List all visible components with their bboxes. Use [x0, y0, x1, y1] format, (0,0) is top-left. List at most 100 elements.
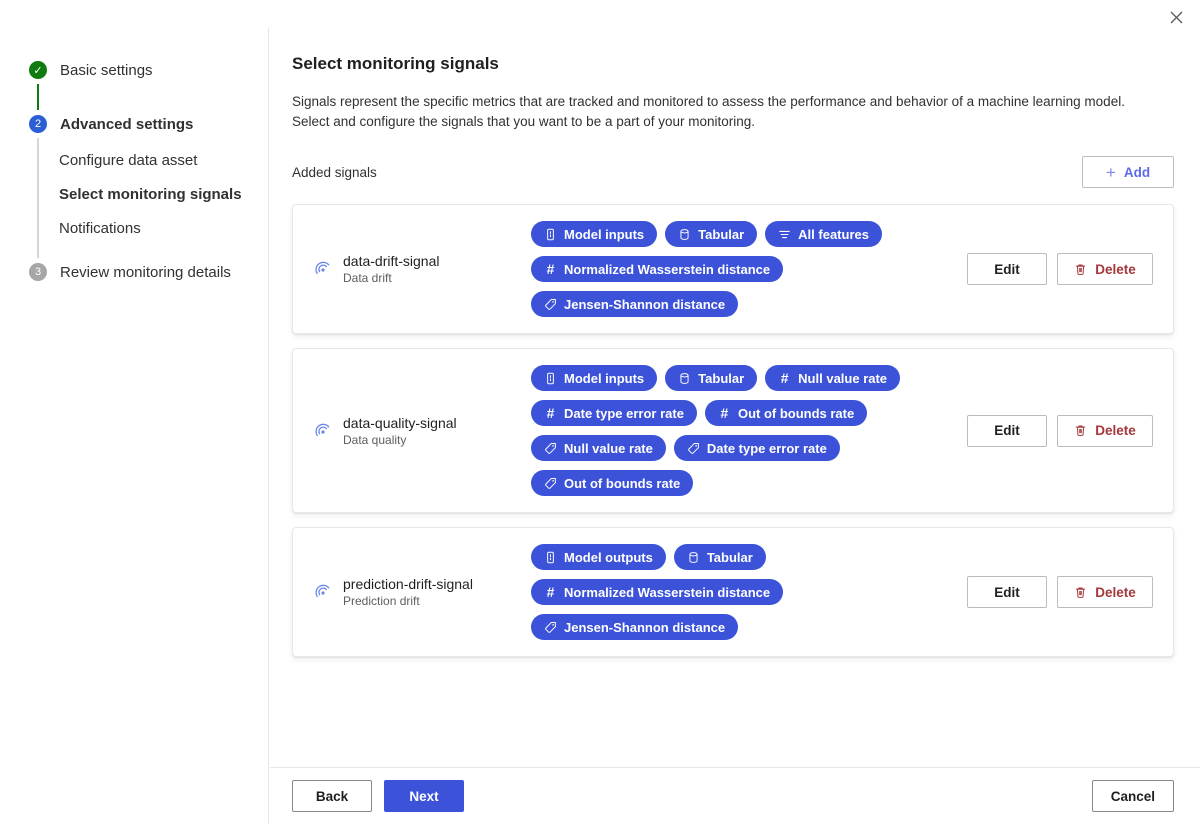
- delete-signal-button[interactable]: Delete: [1057, 576, 1153, 608]
- signal-tag-group: Model inputs Tabular All features #Normaliz…: [531, 221, 967, 317]
- model-input-icon: [544, 371, 557, 385]
- step-marker-done: ✓: [29, 61, 47, 79]
- signal-tag-label: Tabular: [698, 227, 744, 242]
- delete-signal-button[interactable]: Delete: [1057, 415, 1153, 447]
- wizard-substep-2[interactable]: Select monitoring signals: [0, 178, 268, 212]
- main-panel: Select monitoring signals Signals repres…: [270, 28, 1200, 767]
- step-label: Review monitoring details: [60, 264, 231, 281]
- model-input-icon: [544, 550, 557, 564]
- signal-card-actions: Edit Delete: [967, 576, 1153, 608]
- wizard-substep-1[interactable]: Configure data asset: [0, 144, 268, 178]
- hash-icon: #: [778, 371, 791, 385]
- signal-tag-label: Out of bounds rate: [564, 476, 680, 491]
- added-signals-label: Added signals: [292, 165, 377, 180]
- signal-tag: Jensen-Shannon distance: [531, 291, 738, 317]
- hash-icon: #: [544, 262, 557, 276]
- hash-icon: #: [544, 585, 557, 599]
- signal-tag: Tabular: [665, 221, 757, 247]
- signal-tag-label: Null value rate: [798, 371, 887, 386]
- hash-icon: #: [718, 406, 731, 420]
- delete-button-label: Delete: [1095, 585, 1136, 600]
- step-connector-green: [0, 84, 268, 110]
- signal-broadcast-icon: [313, 421, 333, 441]
- signal-tag-label: Date type error rate: [707, 441, 827, 456]
- wizard-step-2[interactable]: 2 Advanced settings: [0, 110, 268, 138]
- signal-tag: #Normalized Wasserstein distance: [531, 256, 783, 282]
- signal-card-actions: Edit Delete: [967, 253, 1153, 285]
- tag-icon: [544, 476, 557, 490]
- signal-tag: Model outputs: [531, 544, 666, 570]
- signal-tag: Out of bounds rate: [531, 470, 693, 496]
- edit-signal-button[interactable]: Edit: [967, 253, 1047, 285]
- signal-identity: prediction-drift-signalPrediction drift: [313, 576, 531, 608]
- filter-icon: [778, 227, 791, 241]
- signal-tag-label: Model inputs: [564, 371, 644, 386]
- step-connector-grey: [37, 138, 39, 258]
- page-title: Select monitoring signals: [292, 54, 1174, 74]
- wizard-steps-rail: ✓ Basic settings 2 Advanced settings Configu…: [0, 28, 269, 824]
- step-label: Basic settings: [60, 62, 153, 79]
- signal-identity: data-quality-signal Data quality: [313, 415, 531, 447]
- signal-type: Data drift: [343, 271, 440, 285]
- next-button[interactable]: Next: [384, 780, 464, 812]
- signal-tag: Tabular: [665, 365, 757, 391]
- trash-icon: [1074, 424, 1087, 437]
- signal-tag-group: Model outputs Tabular # Normalized Wasserst…: [531, 544, 967, 640]
- signal-tag: Model inputs: [531, 221, 657, 247]
- signal-name: data-quality-signal: [343, 415, 457, 431]
- signal-identity: data-drift-signalData drift: [313, 253, 531, 285]
- database-icon: [687, 550, 700, 564]
- tag-icon: [687, 441, 700, 455]
- cancel-button[interactable]: Cancel: [1092, 780, 1174, 812]
- signal-tag-label: Jensen-Shannon distance: [564, 297, 725, 312]
- signal-tag: Jensen-Shannon distance: [531, 614, 738, 640]
- back-button[interactable]: Back: [292, 780, 372, 812]
- wizard-substep-3[interactable]: Notifications: [0, 212, 268, 246]
- signal-tag-label: Tabular: [698, 371, 744, 386]
- signal-card-list: data-drift-signalData driftModel inputsT…: [292, 204, 1174, 657]
- signal-tag-label: Null value rate: [564, 441, 653, 456]
- signal-card: data-quality-signal Data quality Model inp…: [292, 348, 1174, 513]
- tag-icon: [544, 297, 557, 311]
- signal-tag: # Normalized Wasserstein distance: [531, 579, 783, 605]
- signal-tag: All features: [765, 221, 882, 247]
- signal-type: Prediction drift: [343, 594, 473, 608]
- model-input-icon: [544, 227, 557, 241]
- signal-tag: Model inputs: [531, 365, 657, 391]
- edit-signal-button[interactable]: Edit: [967, 576, 1047, 608]
- plus-icon: +: [1106, 164, 1116, 181]
- signal-tag-label: Normalized Wasserstein distance: [564, 585, 770, 600]
- signal-tag-label: Model outputs: [564, 550, 653, 565]
- signal-tag-label: Jensen-Shannon distance: [564, 620, 725, 635]
- signal-type: Data quality: [343, 433, 457, 447]
- signal-tag: # Null value rate: [765, 365, 900, 391]
- database-icon: [678, 371, 691, 385]
- signal-tag: # Out of bounds rate: [705, 400, 867, 426]
- trash-icon: [1074, 263, 1087, 276]
- add-button-label: Add: [1124, 165, 1150, 180]
- wizard-footer: Back Next Cancel: [270, 767, 1200, 824]
- edit-signal-button[interactable]: Edit: [967, 415, 1047, 447]
- substep-group: Configure data assetSelect monitoring si…: [0, 138, 268, 258]
- signal-broadcast-icon: [313, 582, 333, 602]
- signal-broadcast-icon: [313, 259, 333, 279]
- signal-tag: #Date type error rate: [531, 400, 697, 426]
- wizard-step-1[interactable]: ✓ Basic settings: [0, 56, 268, 84]
- signal-tag-label: Tabular: [707, 550, 753, 565]
- signal-tag-group: Model inputsTabular#Null value rate#Date…: [531, 365, 967, 496]
- signal-tag-label: Out of bounds rate: [738, 406, 854, 421]
- tag-icon: [544, 441, 557, 455]
- delete-button-label: Delete: [1095, 262, 1136, 277]
- trash-icon: [1074, 586, 1087, 599]
- tag-icon: [544, 620, 557, 634]
- close-icon: [1170, 11, 1183, 24]
- delete-button-label: Delete: [1095, 423, 1136, 438]
- wizard-step-3[interactable]: 3Review monitoring details: [0, 258, 268, 286]
- step-label: Advanced settings: [60, 116, 193, 133]
- delete-signal-button[interactable]: Delete: [1057, 253, 1153, 285]
- signal-tag: Null value rate: [531, 435, 666, 461]
- hash-icon: #: [544, 406, 557, 420]
- step-marker-current: 2: [29, 115, 47, 133]
- signal-card-actions: Edit Delete: [967, 415, 1153, 447]
- add-signal-button[interactable]: + Add: [1082, 156, 1174, 188]
